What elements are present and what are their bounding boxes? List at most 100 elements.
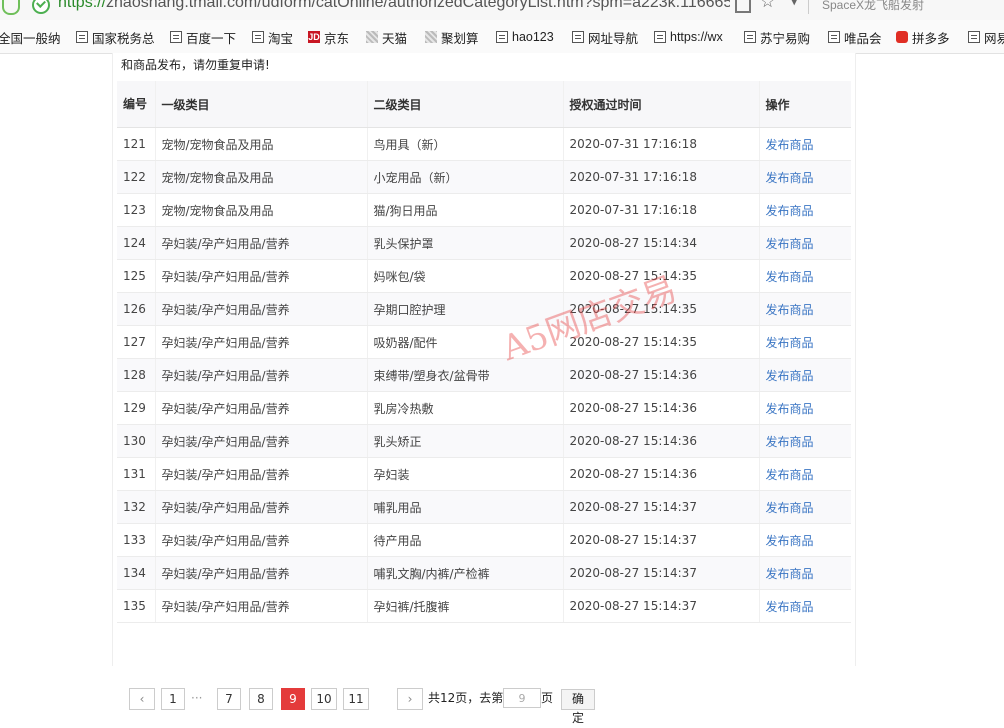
publish-product-link[interactable]: 发布商品: [766, 138, 814, 152]
bookmark-item[interactable]: 网址导航: [572, 28, 638, 46]
cell-op: 发布商品: [758, 292, 851, 326]
cell-op: 发布商品: [758, 358, 851, 392]
cell-no: 125: [117, 259, 155, 293]
bookmark-item[interactable]: 唯品会: [828, 28, 882, 46]
cell-time: 2020-08-27 15:14:37: [562, 523, 759, 557]
doc-icon: [744, 31, 756, 43]
publish-product-link[interactable]: 发布商品: [766, 369, 814, 383]
page-button[interactable]: 11: [343, 688, 369, 710]
cell-no: 135: [117, 589, 155, 623]
shield-icon: [2, 0, 20, 15]
prev-page-button[interactable]: ‹: [129, 688, 155, 710]
address-bar[interactable]: https://zhaoshang.tmall.com/udform/catOn…: [0, 0, 1004, 20]
cell-no: 131: [117, 457, 155, 491]
pinduoduo-icon: [896, 31, 908, 43]
cell-op: 发布商品: [758, 589, 851, 623]
bookmark-item[interactable]: 天猫: [366, 28, 407, 46]
bookmark-item[interactable]: 网易: [968, 28, 1004, 46]
page-button[interactable]: 10: [311, 688, 337, 710]
publish-product-link[interactable]: 发布商品: [766, 468, 814, 482]
publish-product-link[interactable]: 发布商品: [766, 435, 814, 449]
chevron-down-icon[interactable]: ▼: [790, 0, 798, 7]
bookmark-item[interactable]: JD 京东: [308, 28, 349, 46]
cell-no: 133: [117, 523, 155, 557]
cell-level1: 孕妇装/孕产妇用品/营养: [154, 358, 367, 392]
jd-icon: JD: [308, 31, 320, 43]
cell-no: 132: [117, 490, 155, 524]
cell-no: 134: [117, 556, 155, 590]
doc-icon: [654, 31, 666, 43]
cell-level1: 孕妇装/孕产妇用品/营养: [154, 259, 367, 293]
cell-level2: 哺乳用品: [366, 490, 563, 524]
bookmark-item[interactable]: 国家税务总: [76, 28, 155, 46]
cell-op: 发布商品: [758, 457, 851, 491]
star-icon[interactable]: ☆: [760, 0, 775, 12]
publish-product-link[interactable]: 发布商品: [766, 402, 814, 416]
cell-time: 2020-08-27 15:14:34: [562, 226, 759, 260]
page-button[interactable]: 1: [161, 688, 185, 710]
cell-level2: 孕妇装: [366, 457, 563, 491]
bookmark-item[interactable]: hao123: [496, 28, 554, 46]
cell-level1: 宠物/宠物食品及用品: [154, 127, 367, 161]
publish-product-link[interactable]: 发布商品: [766, 336, 814, 350]
cell-time: 2020-08-27 15:14:35: [562, 292, 759, 326]
doc-icon: [828, 31, 840, 43]
cell-no: 129: [117, 391, 155, 425]
cell-time: 2020-08-27 15:14:35: [562, 259, 759, 293]
cell-op: 发布商品: [758, 391, 851, 425]
page-button-current[interactable]: 9: [281, 688, 305, 710]
cell-time: 2020-08-27 15:14:35: [562, 325, 759, 359]
publish-product-link[interactable]: 发布商品: [766, 237, 814, 251]
url-text[interactable]: https://zhaoshang.tmall.com/udform/catOn…: [58, 0, 730, 12]
table-row: 125 孕妇装/孕产妇用品/营养 妈咪包/袋 2020-08-27 15:14:35 发…: [117, 259, 851, 293]
publish-product-link[interactable]: 发布商品: [766, 600, 814, 614]
page-number-input[interactable]: [503, 688, 541, 708]
cell-time: 2020-08-27 15:14:36: [562, 391, 759, 425]
publish-product-link[interactable]: 发布商品: [766, 171, 814, 185]
confirm-button[interactable]: 确定: [561, 689, 596, 725]
pagination-ellipsis: ···: [191, 691, 203, 705]
bookmarks-bar: 全国一般纳 国家税务总 百度一下 淘宝 JD 京东 天猫 聚划算 hao123 网…: [0, 20, 1004, 54]
cell-level2: 束缚带/塑身衣/盆骨带: [366, 358, 563, 392]
col-header-no: 编号: [117, 81, 155, 128]
cell-level1: 孕妇装/孕产妇用品/营养: [154, 325, 367, 359]
next-page-button[interactable]: ›: [397, 688, 423, 710]
cell-op: 发布商品: [758, 424, 851, 458]
bookmark-item[interactable]: 淘宝: [252, 28, 293, 46]
publish-product-link[interactable]: 发布商品: [766, 270, 814, 284]
qr-code-icon[interactable]: [735, 0, 751, 13]
doc-icon: [76, 31, 88, 43]
publish-product-link[interactable]: 发布商品: [766, 204, 814, 218]
authorized-category-table: 编号 一级类目 二级类目 授权通过时间 操作 121 宠物/宠物食品及用品 鸟用具（…: [117, 81, 851, 623]
table-row: 135 孕妇装/孕产妇用品/营养 孕妇裤/托腹裤 2020-08-27 15:14:3…: [117, 589, 851, 623]
cell-time: 2020-08-27 15:14:37: [562, 490, 759, 524]
bookmark-item[interactable]: 全国一般纳: [0, 28, 61, 46]
cell-time: 2020-07-31 17:16:18: [562, 127, 759, 161]
bookmark-item[interactable]: 拼多多: [896, 28, 950, 46]
cell-op: 发布商品: [758, 490, 851, 524]
bookmark-item[interactable]: 聚划算: [425, 28, 479, 46]
page-button[interactable]: 7: [217, 688, 241, 710]
bookmark-item[interactable]: 百度一下: [170, 28, 236, 46]
bookmark-item[interactable]: https://wx: [654, 28, 723, 46]
cell-level1: 宠物/宠物食品及用品: [154, 160, 367, 194]
doc-icon: [572, 31, 584, 43]
bookmark-item[interactable]: 苏宁易购: [744, 28, 810, 46]
cell-time: 2020-08-27 15:14:37: [562, 556, 759, 590]
doc-icon: [496, 31, 508, 43]
cell-level1: 孕妇装/孕产妇用品/营养: [154, 523, 367, 557]
publish-product-link[interactable]: 发布商品: [766, 501, 814, 515]
cell-no: 123: [117, 193, 155, 227]
table-row: 130 孕妇装/孕产妇用品/营养 乳头矫正 2020-08-27 15:14:36 发布…: [117, 424, 851, 458]
publish-product-link[interactable]: 发布商品: [766, 303, 814, 317]
cell-time: 2020-08-27 15:14:36: [562, 457, 759, 491]
doc-icon: [968, 31, 980, 43]
table-row: 127 孕妇装/孕产妇用品/营养 吸奶器/配件 2020-08-27 15:14:35…: [117, 325, 851, 359]
doc-icon: [170, 31, 182, 43]
search-hint[interactable]: SpaceX龙飞船发射: [822, 0, 924, 13]
publish-product-link[interactable]: 发布商品: [766, 534, 814, 548]
cell-level2: 孕妇裤/托腹裤: [366, 589, 563, 623]
cell-level1: 孕妇装/孕产妇用品/营养: [154, 226, 367, 260]
page-button[interactable]: 8: [249, 688, 273, 710]
publish-product-link[interactable]: 发布商品: [766, 567, 814, 581]
